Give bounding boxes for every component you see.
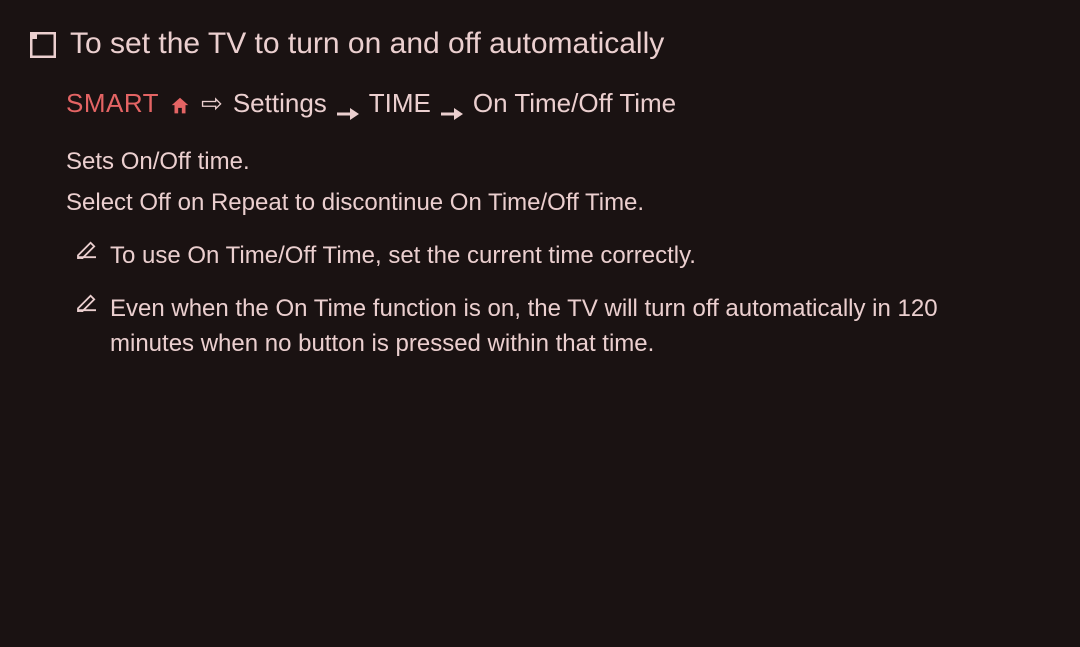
breadcrumb-onoff: On Time/Off Time (473, 88, 676, 119)
arrow-right-icon (337, 97, 359, 111)
body-line-2: Select Off on Repeat to discontinue On T… (66, 184, 1026, 221)
breadcrumb-smart: SMART (66, 88, 159, 119)
page-title: To set the TV to turn on and off automat… (70, 26, 664, 62)
home-icon (169, 93, 191, 115)
double-arrow-icon: ⇨ (201, 88, 223, 119)
note-2-text: Even when the On Time function is on, th… (110, 292, 1026, 362)
page-title-row: To set the TV to turn on and off automat… (30, 26, 1050, 62)
breadcrumb-time: TIME (369, 88, 431, 119)
pencil-icon (76, 294, 98, 362)
pencil-icon (76, 241, 98, 274)
arrow-right-icon (441, 97, 463, 111)
breadcrumb-settings: Settings (233, 88, 327, 119)
note-1-text: To use On Time/Off Time, set the current… (110, 239, 1026, 274)
help-page: To set the TV to turn on and off automat… (0, 0, 1080, 647)
body-block: Sets On/Off time. Select Off on Repeat t… (66, 143, 1026, 362)
note-2: Even when the On Time function is on, th… (76, 292, 1026, 362)
note-1: To use On Time/Off Time, set the current… (76, 239, 1026, 274)
body-line-1: Sets On/Off time. (66, 143, 1026, 180)
topic-icon (30, 31, 56, 57)
breadcrumb: SMART ⇨ Settings TIME On Time/Off Time (66, 88, 1050, 119)
